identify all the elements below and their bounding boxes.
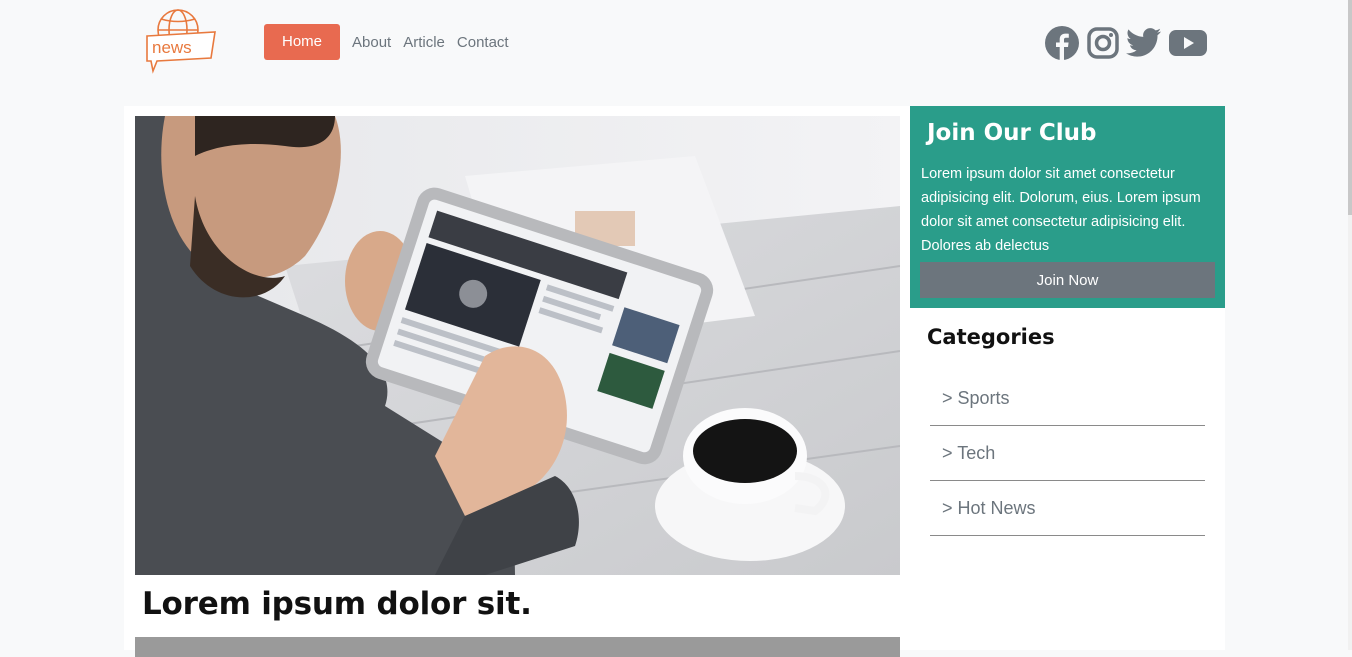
hero-image[interactable] [135,116,900,575]
nav-home[interactable]: Home [264,24,341,60]
article-headline[interactable]: Lorem ipsum dolor sit. [142,586,532,622]
news-logo[interactable]: news [143,6,219,74]
facebook-icon[interactable] [1044,25,1080,61]
club-title: Join Our Club [927,120,1097,146]
scrollbar-thumb[interactable] [1348,0,1352,215]
logo-text: news [152,38,192,57]
nav-about[interactable]: About [352,34,391,51]
categories-panel: Categories > Sports > Tech > Hot News [910,308,1225,650]
join-club-panel: Join Our Club Lorem ipsum dolor sit amet… [910,106,1225,308]
youtube-icon[interactable] [1168,28,1208,58]
main-nav: Home About Article Contact [264,24,521,60]
social-links [1044,24,1208,62]
instagram-icon[interactable] [1086,26,1120,60]
article-meta-bar [135,637,900,657]
categories-list: > Sports > Tech > Hot News [930,372,1205,537]
nav-contact[interactable]: Contact [457,34,509,51]
join-now-button[interactable]: Join Now [920,262,1215,298]
globe-icon: news [146,9,216,74]
category-sports[interactable]: > Sports [930,372,1205,426]
categories-title: Categories [927,325,1055,349]
category-tech[interactable]: > Tech [930,427,1205,481]
club-description: Lorem ipsum dolor sit amet consectetur a… [921,166,1201,254]
nav-article[interactable]: Article [403,34,445,51]
category-hot-news[interactable]: > Hot News [930,482,1205,536]
featured-article-card[interactable]: Lorem ipsum dolor sit. [124,106,910,657]
twitter-icon[interactable] [1126,27,1162,59]
